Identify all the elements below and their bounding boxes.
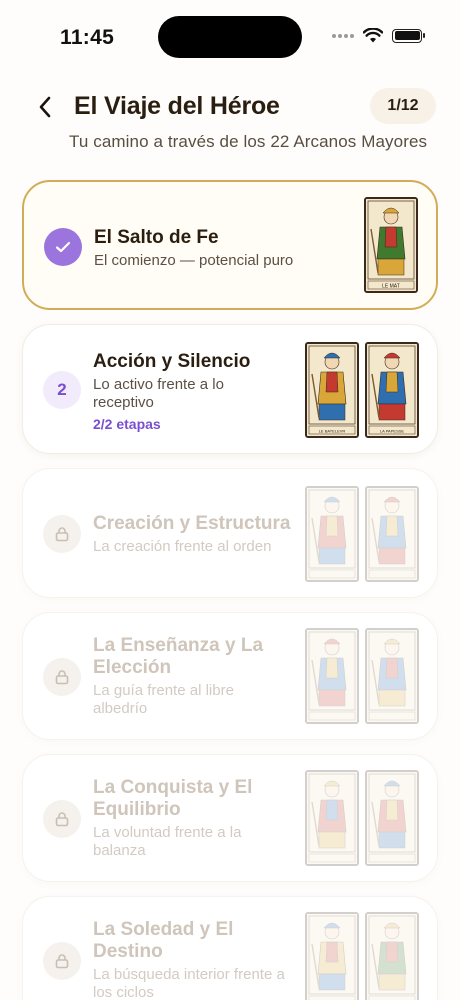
- page-title: El Viaje del Héroe: [74, 92, 280, 120]
- lock-icon: [55, 954, 69, 969]
- tarot-card: [365, 770, 419, 866]
- lock-badge: [43, 800, 81, 838]
- stage-description: Lo activo frente a lo receptivo: [93, 376, 224, 411]
- lock-icon: [55, 527, 69, 542]
- stage-description: El comienzo — potencial puro: [94, 252, 294, 269]
- status-time: 11:45: [60, 26, 115, 49]
- tarot-card-le-mat: LE MAT: [364, 197, 418, 293]
- tarot-card: [305, 628, 359, 724]
- tarot-illustration: [307, 488, 357, 580]
- tarot-illustration: [367, 630, 417, 722]
- tarot-illustration: [367, 488, 417, 580]
- tarot-illustration: LA PAPESSE: [367, 344, 417, 436]
- tarot-card-le-bateleur: LE BATELEVR: [305, 342, 359, 438]
- tarot-card: [305, 486, 359, 582]
- tarot-illustration: [367, 914, 417, 1000]
- tarot-cards: [305, 628, 419, 724]
- tarot-cards: [305, 770, 419, 866]
- stage-card-1[interactable]: El Salto de Fe El comienzo — potencial p…: [22, 180, 438, 310]
- tarot-cards: [305, 912, 419, 1000]
- status-icons: [332, 28, 425, 43]
- stage-description: La búsqueda interior frente a los ciclos: [93, 966, 285, 1000]
- wifi-icon: [363, 28, 383, 43]
- tarot-card: [305, 912, 359, 1000]
- tarot-cards: [305, 486, 419, 582]
- stage-card-3[interactable]: Creación y Estructura La creación frente…: [22, 468, 438, 598]
- tarot-card: [365, 912, 419, 1000]
- lock-badge: [43, 515, 81, 553]
- stage-title: Acción y Silencio: [93, 351, 251, 372]
- stage-card-6[interactable]: La Soledad y El Destino La búsqueda inte…: [22, 896, 438, 1000]
- battery-icon: [392, 28, 425, 43]
- tarot-card: [365, 486, 419, 582]
- cellular-signal-icon: [332, 33, 354, 38]
- stage-description: La voluntad frente a la balanza: [93, 824, 242, 859]
- lock-badge: [43, 942, 81, 980]
- checkmark-icon: [55, 241, 71, 253]
- tarot-card-name: LE BATELEVR: [319, 429, 346, 434]
- header: El Viaje del Héroe 1/12 Tu camino a trav…: [0, 84, 460, 174]
- lock-icon: [55, 812, 69, 827]
- back-button[interactable]: [30, 92, 60, 122]
- tarot-illustration: [307, 630, 357, 722]
- tarot-illustration: [367, 772, 417, 864]
- dynamic-island: [158, 16, 302, 58]
- stage-title: La Conquista y El Equilibrio: [93, 777, 253, 820]
- lock-icon: [55, 670, 69, 685]
- tarot-cards: LE BATELEVR LA PAPESSE: [305, 342, 419, 438]
- tarot-card: [305, 770, 359, 866]
- stage-card-2[interactable]: 2 Acción y Silencio Lo activo frente a l…: [22, 324, 438, 454]
- tarot-card-name: LA PAPESSE: [380, 429, 404, 434]
- tarot-illustration: [307, 914, 357, 1000]
- tarot-cards: LE MAT: [364, 197, 418, 293]
- stage-title: La Soledad y El Destino: [93, 919, 234, 962]
- status-bar: 11:45: [0, 0, 460, 74]
- stage-progress: 2/2 etapas: [93, 416, 161, 432]
- tarot-illustration: [307, 772, 357, 864]
- tarot-card-la-papesse: LA PAPESSE: [365, 342, 419, 438]
- page-indicator: 1/12: [370, 88, 436, 124]
- chevron-left-icon: [39, 96, 51, 118]
- stage-number-badge: 2: [43, 371, 81, 409]
- stage-description: La guía frente al libre albedrío: [93, 682, 234, 717]
- stage-card-4[interactable]: La Enseñanza y La Elección La guía frent…: [22, 612, 438, 740]
- tarot-illustration: LE BATELEVR: [307, 344, 357, 436]
- tarot-card-name: LE MAT: [382, 284, 400, 290]
- page-subtitle: Tu camino a través de los 22 Arcanos May…: [69, 132, 428, 151]
- stage-title: La Enseñanza y La Elección: [93, 635, 264, 678]
- stage-description: La creación frente al orden: [93, 538, 272, 555]
- tarot-card: [365, 628, 419, 724]
- stage-card-5[interactable]: La Conquista y El Equilibrio La voluntad…: [22, 754, 438, 882]
- lock-badge: [43, 658, 81, 696]
- completed-check-badge: [44, 228, 82, 266]
- tarot-illustration: LE MAT: [366, 199, 416, 291]
- stage-title: Creación y Estructura: [93, 513, 291, 534]
- stage-title: El Salto de Fe: [94, 227, 219, 248]
